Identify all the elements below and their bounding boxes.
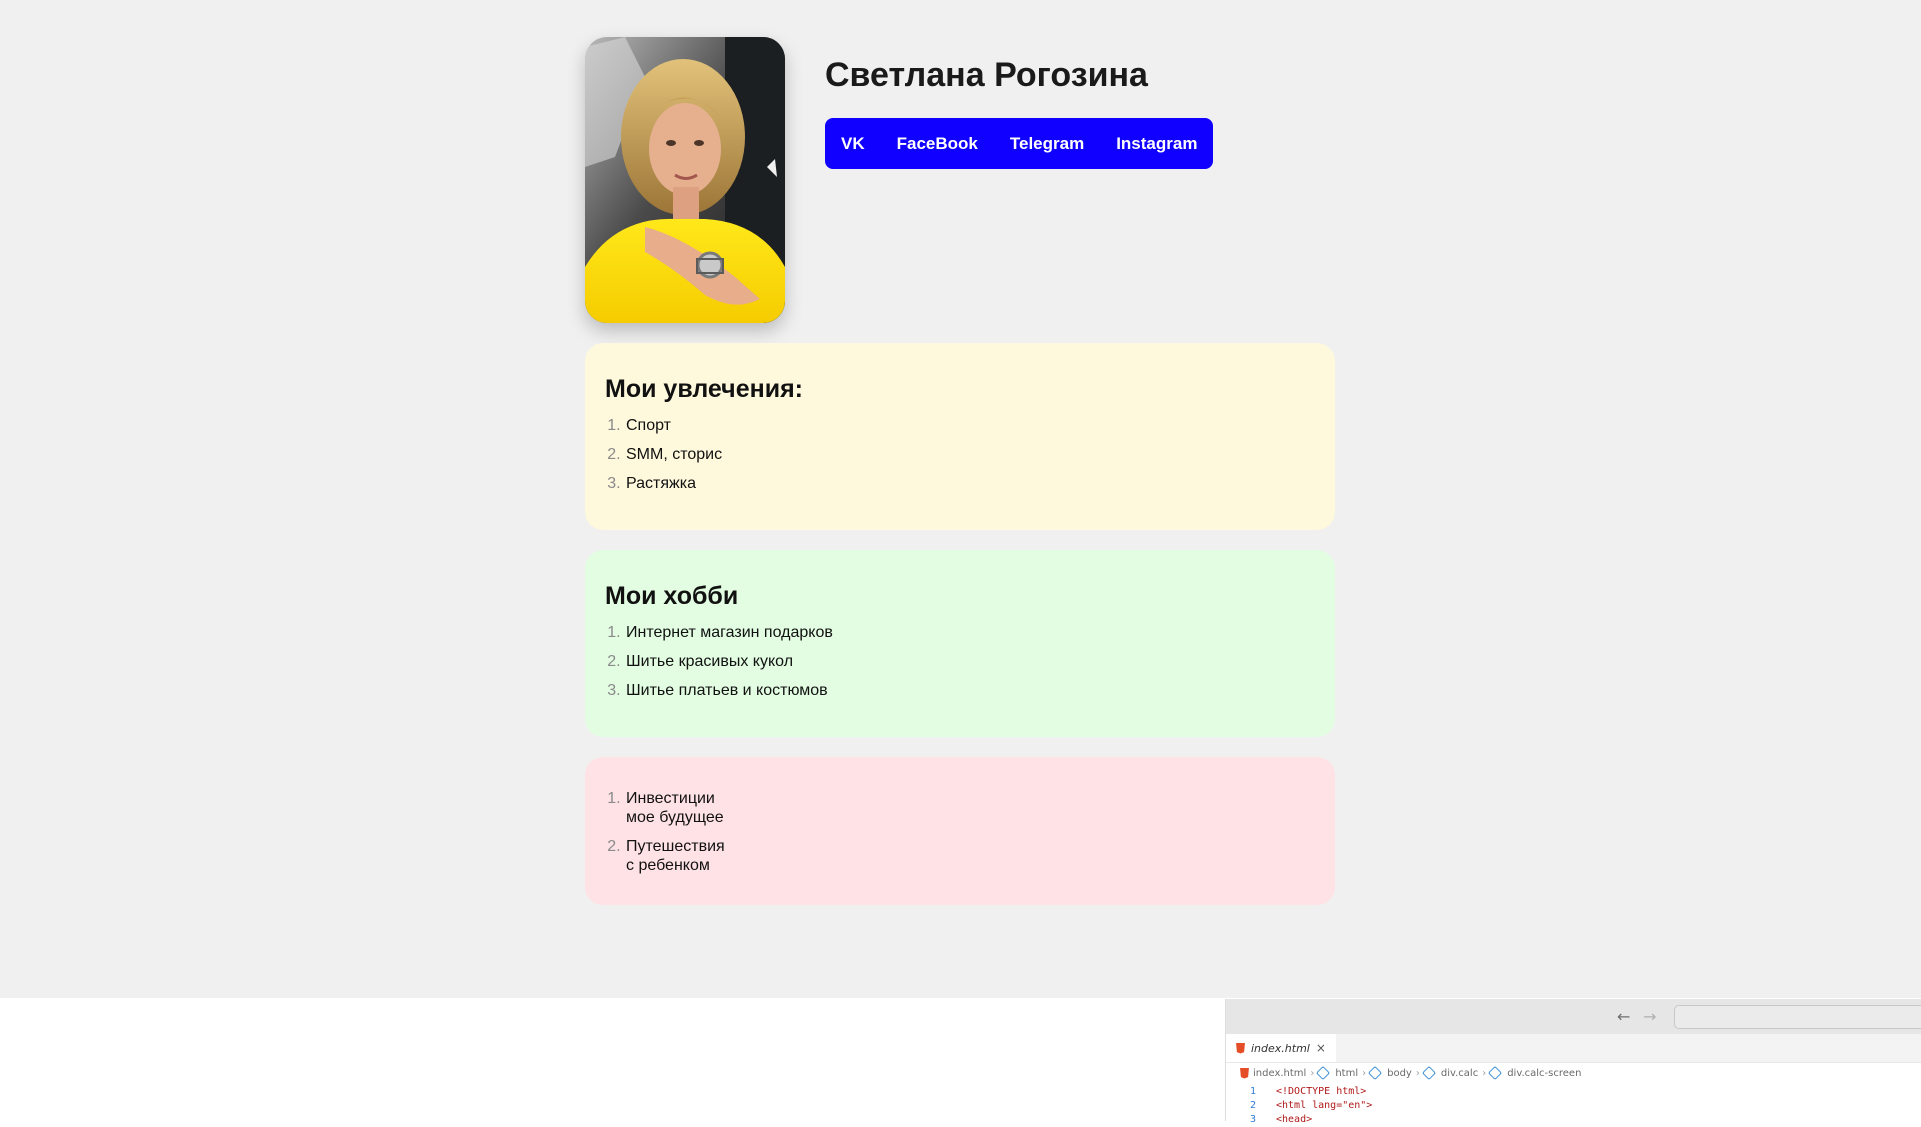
list-item: Шитье платьев и костюмов	[625, 681, 1315, 700]
element-icon	[1421, 1065, 1436, 1081]
social-links-bar: VK FaceBook Telegram Instagram	[825, 118, 1214, 169]
goal-line: Путешествия	[626, 838, 725, 855]
instagram-link[interactable]: Instagram	[1100, 134, 1197, 154]
code-text: <html lang="en">	[1276, 1100, 1373, 1111]
code-line: 1 <!DOCTYPE html>	[1226, 1085, 1921, 1099]
breadcrumb-item[interactable]: html	[1335, 1068, 1358, 1079]
profile-name: Светлана Рогозина	[825, 56, 1148, 94]
page-background: Светлана Рогозина VK FaceBook Telegram I…	[0, 0, 1921, 998]
chevron-right-icon: ›	[1310, 1067, 1315, 1079]
hobbies-card: Мои хобби Интернет магазин подарков Шить…	[585, 550, 1335, 737]
list-item: SMM, сторис	[625, 445, 1315, 464]
back-arrow-icon[interactable]: ←	[1617, 1007, 1630, 1026]
line-number: 1	[1249, 1086, 1256, 1097]
code-area[interactable]: 1 <!DOCTYPE html> 2 <html lang="en"> 3 <…	[1226, 1083, 1921, 1125]
html5-icon	[1236, 1042, 1245, 1054]
goal-line: с ребенком	[626, 857, 710, 874]
line-number: 3	[1249, 1114, 1256, 1125]
tab-index-html[interactable]: index.html ×	[1226, 1034, 1336, 1062]
chevron-right-icon: ›	[1362, 1067, 1367, 1079]
chevron-right-icon: ›	[1482, 1067, 1487, 1079]
code-editor-panel: ← → index.html × index.html › html › bod…	[1225, 999, 1921, 1125]
chevron-right-icon: ›	[1415, 1067, 1420, 1079]
tab-label: index.html	[1251, 1041, 1310, 1055]
interests-list: Спорт SMM, сторис Растяжка	[605, 416, 1315, 493]
code-text: <!DOCTYPE html>	[1276, 1086, 1367, 1097]
element-icon	[1368, 1065, 1383, 1081]
editor-tab-bar: index.html ×	[1226, 1034, 1921, 1063]
hobbies-title: Мои хобби	[605, 582, 739, 610]
goals-list: Инвестиции мое будущее Путешествия с реб…	[605, 789, 1315, 875]
list-item: Интернет магазин подарков	[625, 623, 1315, 642]
hobbies-list: Интернет магазин подарков Шитье красивых…	[605, 623, 1315, 700]
html5-icon	[1240, 1067, 1249, 1079]
breadcrumb: index.html › html › body › div.calc › di…	[1226, 1063, 1921, 1083]
telegram-link[interactable]: Telegram	[994, 134, 1100, 154]
code-line: 3 <head>	[1226, 1113, 1921, 1127]
list-item: Спорт	[625, 416, 1315, 435]
facebook-link[interactable]: FaceBook	[881, 134, 994, 154]
close-icon[interactable]: ×	[1316, 1041, 1326, 1055]
interests-title: Мои увлечения:	[605, 375, 803, 403]
breadcrumb-item[interactable]: index.html	[1253, 1068, 1306, 1079]
breadcrumb-item[interactable]: body	[1387, 1068, 1412, 1079]
portrait-image	[585, 37, 785, 323]
forward-arrow-icon[interactable]: →	[1643, 1007, 1656, 1026]
element-icon	[1488, 1065, 1503, 1081]
line-number: 2	[1249, 1100, 1256, 1111]
breadcrumb-item[interactable]: div.calc-screen	[1507, 1068, 1581, 1079]
code-line: 2 <html lang="en">	[1226, 1099, 1921, 1113]
code-text: <head>	[1276, 1114, 1313, 1125]
list-item: Растяжка	[625, 474, 1315, 493]
goal-line: мое будущее	[626, 809, 724, 826]
goals-card: Инвестиции мое будущее Путешествия с реб…	[585, 757, 1335, 905]
element-icon	[1316, 1065, 1331, 1081]
command-search-input[interactable]	[1674, 1005, 1921, 1029]
profile-photo	[585, 37, 785, 323]
editor-toolbar: ← →	[1226, 999, 1921, 1034]
breadcrumb-item[interactable]: div.calc	[1441, 1068, 1478, 1079]
vk-link[interactable]: VK	[841, 134, 881, 154]
goal-line: Инвестиции	[626, 790, 715, 807]
list-item: Путешествия с ребенком	[625, 837, 1315, 875]
list-item: Шитье красивых кукол	[625, 652, 1315, 671]
interests-card: Мои увлечения: Спорт SMM, сторис Растяжк…	[585, 343, 1335, 530]
list-item: Инвестиции мое будущее	[625, 789, 1315, 827]
